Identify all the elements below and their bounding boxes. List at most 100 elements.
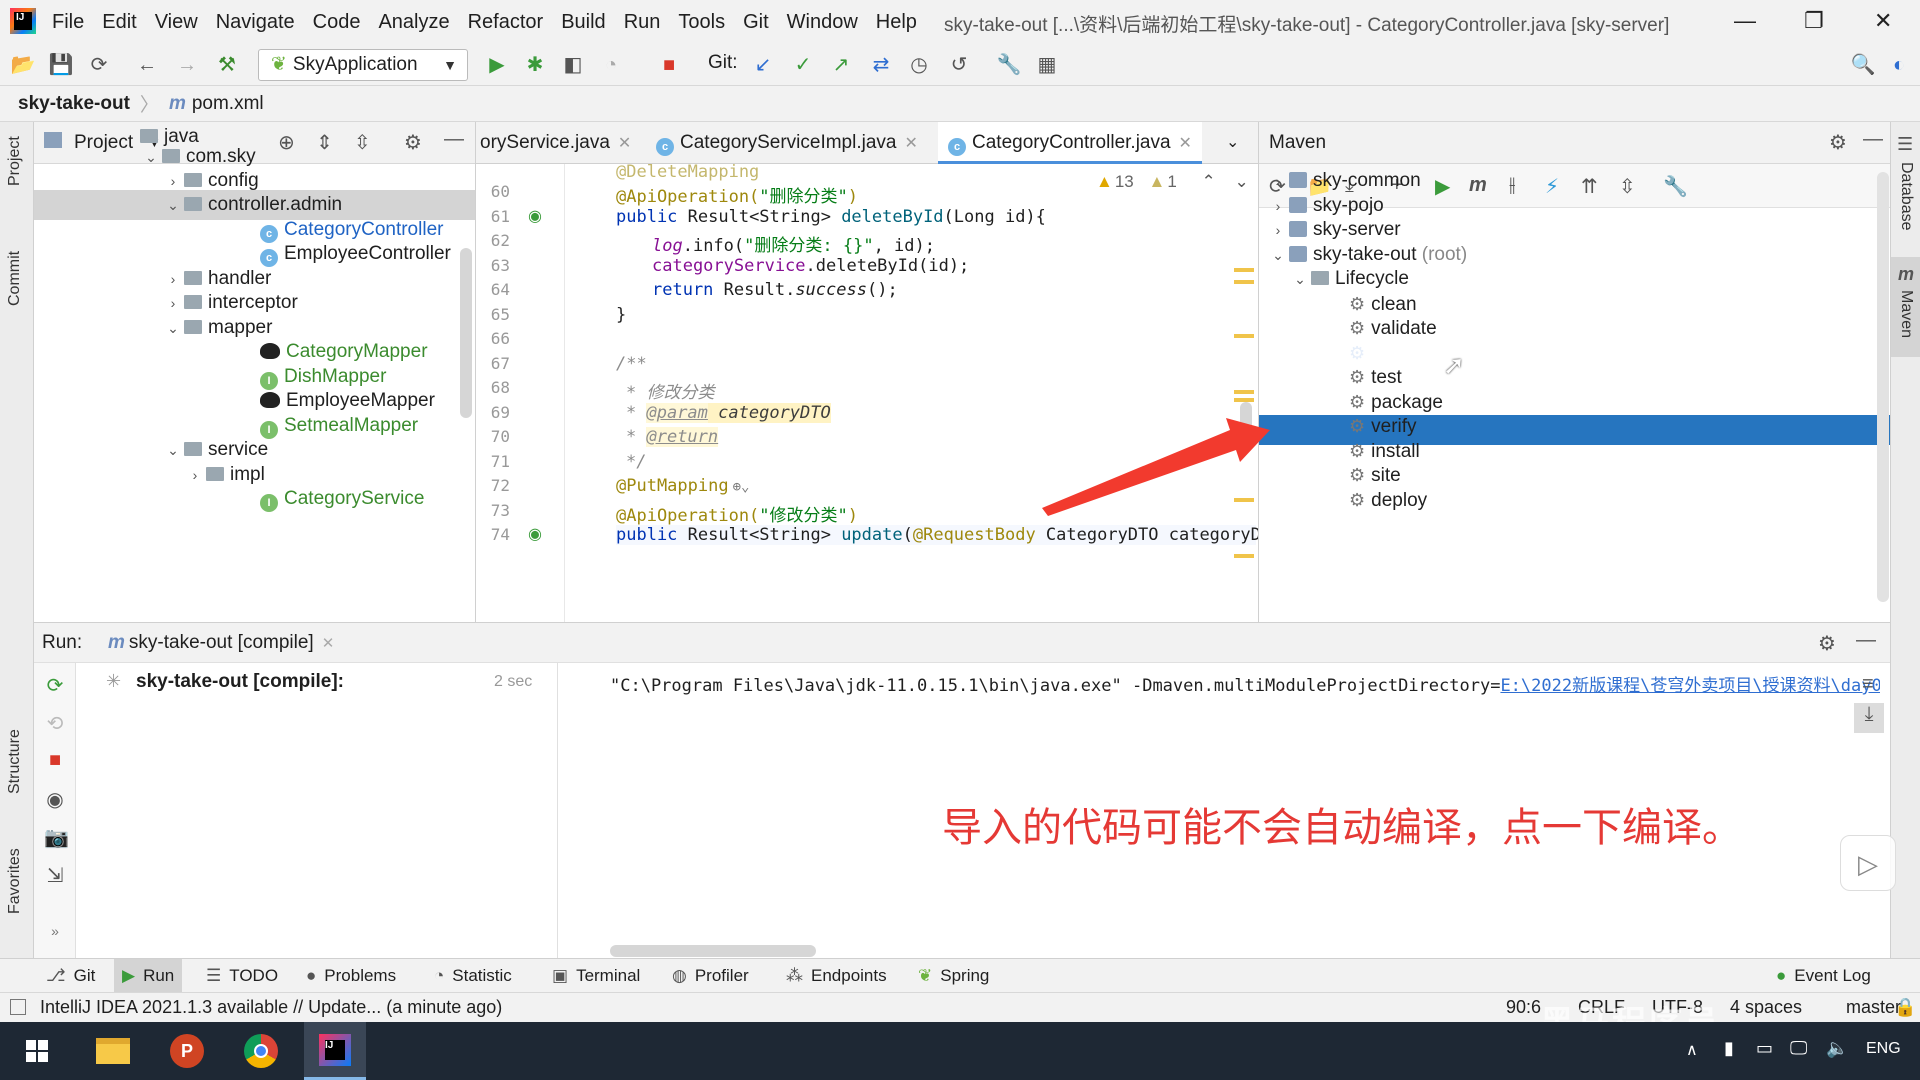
git-push-icon[interactable]: ↗ bbox=[828, 52, 854, 78]
tool-tab-endpoints[interactable]: ⁂ Endpoints bbox=[786, 959, 887, 993]
tree-item-mapper[interactable]: ⌄ mapper bbox=[162, 313, 272, 343]
menu-build[interactable]: Build bbox=[561, 11, 605, 34]
close-button[interactable]: ✕ bbox=[1874, 8, 1892, 34]
gear-icon[interactable]: ⚙ bbox=[404, 130, 422, 155]
spring-endpoint-gutter-icon[interactable]: ◉ bbox=[528, 206, 542, 226]
history-icon[interactable]: ◷ bbox=[906, 52, 932, 78]
menu-file[interactable]: File bbox=[52, 11, 84, 34]
stop-icon[interactable]: ■ bbox=[656, 52, 682, 78]
rerun-icon[interactable]: ⟳ bbox=[44, 673, 66, 698]
code-line[interactable]: } bbox=[616, 305, 626, 325]
maven-scrollbar[interactable] bbox=[1877, 172, 1889, 602]
tool-tab-spring[interactable]: ❦ Spring bbox=[918, 959, 989, 993]
maven-goal-deploy[interactable]: ⚙ deploy bbox=[1349, 485, 1427, 515]
code-line[interactable]: * @param categoryDTO bbox=[626, 403, 831, 423]
tree-item-impl[interactable]: › impl bbox=[184, 460, 265, 490]
collapse-all-icon[interactable]: ⇳ bbox=[1619, 174, 1636, 199]
hide-panel-icon[interactable]: — bbox=[444, 128, 464, 151]
lock-icon[interactable]: 🔒 bbox=[1894, 997, 1916, 1018]
git-commit-icon[interactable]: ✓ bbox=[790, 52, 816, 78]
close-tab-icon[interactable]: ✕ bbox=[904, 135, 917, 152]
open-folder-icon[interactable]: 📂 bbox=[10, 52, 36, 78]
exit-icon[interactable]: ⇲ bbox=[44, 863, 66, 888]
chevron-down-icon[interactable]: ⌄ bbox=[140, 142, 162, 172]
gear-icon[interactable]: ⚙ bbox=[1818, 631, 1836, 656]
run-icon[interactable]: ▶ bbox=[484, 52, 510, 78]
toggle-tool-windows-icon[interactable] bbox=[10, 999, 26, 1015]
run-console[interactable]: "C:\Program Files\Java\jdk-11.0.15.1\bin… bbox=[558, 663, 1896, 959]
menu-view[interactable]: View bbox=[155, 11, 198, 34]
minimize-button[interactable]: — bbox=[1734, 8, 1756, 34]
eye-icon[interactable]: ◉ bbox=[44, 787, 66, 812]
chevron-down-icon[interactable]: ⌄ bbox=[1226, 122, 1239, 164]
ide-update-icon[interactable]: ◐ bbox=[1886, 52, 1912, 78]
windows-start-icon[interactable] bbox=[4, 1022, 66, 1080]
stop-icon[interactable]: ■ bbox=[44, 749, 66, 772]
camera-icon[interactable]: 📷 bbox=[44, 825, 69, 850]
search-icon[interactable]: 🔍 bbox=[1850, 52, 1876, 78]
soft-wrap-icon[interactable]: ≡ bbox=[1862, 673, 1874, 696]
tool-tab-terminal[interactable]: ▣ Terminal bbox=[552, 959, 640, 993]
code-line[interactable]: */ bbox=[626, 452, 646, 472]
execute-goal-icon[interactable]: m bbox=[1469, 174, 1487, 197]
git-merge-icon[interactable]: ⇄ bbox=[868, 52, 894, 78]
endpoint-url-icon[interactable]: ⊕⌄ bbox=[733, 479, 750, 495]
tree-item-category-service[interactable]: I CategoryService bbox=[260, 484, 424, 514]
console-hscrollbar[interactable] bbox=[610, 945, 816, 957]
caret-position[interactable]: 90:6 bbox=[1506, 997, 1541, 1018]
tab-category-service[interactable]: oryService.java ✕ bbox=[480, 122, 631, 164]
tool-tab-profiler[interactable]: ◍ Profiler bbox=[672, 959, 749, 993]
menu-help[interactable]: Help bbox=[876, 11, 917, 34]
toggle-offline-icon[interactable]: ⫲ bbox=[1509, 174, 1515, 197]
git-branch[interactable]: master bbox=[1846, 997, 1901, 1018]
indent-setting[interactable]: 4 spaces bbox=[1730, 997, 1802, 1018]
console-link[interactable]: E:\2022新版课程\苍穹外卖项目\授课资料\day0 bbox=[1500, 676, 1880, 696]
intellij-taskbar-icon[interactable]: IJ bbox=[304, 1022, 366, 1080]
project-scrollbar[interactable] bbox=[460, 248, 472, 418]
structure-tool-button[interactable]: Structure bbox=[6, 729, 24, 794]
code-line[interactable]: /** bbox=[616, 354, 647, 374]
project-structure-icon[interactable]: ▦ bbox=[1034, 52, 1060, 78]
menu-refactor[interactable]: Refactor bbox=[468, 11, 544, 34]
close-tab-icon[interactable]: ✕ bbox=[618, 135, 631, 152]
coverage-icon[interactable]: ◧ bbox=[560, 52, 586, 78]
gear-icon[interactable]: ⚙ bbox=[1829, 130, 1847, 155]
save-icon[interactable]: 💾 bbox=[48, 52, 74, 78]
skip-tests-icon[interactable]: ⚡ bbox=[1545, 174, 1559, 199]
tree-item-employee-controller[interactable]: c EmployeeController bbox=[260, 239, 451, 269]
menu-run[interactable]: Run bbox=[624, 11, 661, 34]
file-explorer-icon[interactable] bbox=[82, 1022, 144, 1080]
project-tool-button[interactable]: Project bbox=[6, 136, 24, 186]
breadcrumb-file[interactable]: pom.xml bbox=[192, 93, 264, 115]
more-icon[interactable]: » bbox=[44, 923, 66, 939]
hide-panel-icon[interactable]: — bbox=[1856, 629, 1876, 652]
chevron-down-icon[interactable]: ⌄ bbox=[1289, 264, 1311, 294]
build-hammer-icon[interactable]: ⚒ bbox=[214, 52, 240, 78]
tray-battery-icon[interactable]: ▭ bbox=[1756, 1038, 1773, 1059]
code-line[interactable]: * @return bbox=[626, 427, 719, 447]
run-task-label[interactable]: sky-take-out [compile]: bbox=[136, 671, 344, 693]
scroll-to-end-icon[interactable]: ⤓ bbox=[1854, 703, 1884, 733]
debug-icon[interactable]: ✱ bbox=[522, 52, 548, 78]
back-icon[interactable]: ← bbox=[134, 52, 160, 78]
tool-tab-statistic[interactable]: ◔ Statistic bbox=[434, 959, 512, 993]
rollback-icon[interactable]: ↺ bbox=[946, 52, 972, 78]
run-tab[interactable]: m sky-take-out [compile] ✕ bbox=[108, 632, 334, 654]
sync-icon[interactable]: ⟳ bbox=[86, 52, 112, 78]
menu-code[interactable]: Code bbox=[313, 11, 361, 34]
expand-all-icon[interactable]: ⇕ bbox=[316, 130, 333, 155]
warning-stripe-marker[interactable] bbox=[1234, 334, 1254, 338]
rerun-failed-icon[interactable]: ⟲ bbox=[44, 711, 66, 736]
warning-stripe-marker[interactable] bbox=[1234, 268, 1254, 272]
tab-category-service-impl[interactable]: c CategoryServiceImpl.java ✕ bbox=[656, 122, 918, 164]
tree-item-setmeal-mapper[interactable]: I SetmealMapper bbox=[260, 411, 418, 441]
code-line[interactable]: @ApiOperation("修改分类") bbox=[616, 501, 858, 526]
tray-device-icon[interactable]: ▮ bbox=[1724, 1038, 1734, 1059]
menu-git[interactable]: Git bbox=[743, 11, 769, 34]
run-icon[interactable]: ▶ bbox=[1435, 174, 1450, 199]
tool-tab-problems[interactable]: ● Problems bbox=[306, 959, 396, 993]
settings-wrench-icon[interactable]: 🔧 bbox=[996, 52, 1022, 78]
hide-panel-icon[interactable]: — bbox=[1863, 128, 1883, 151]
project-panel-title[interactable]: Project bbox=[74, 132, 133, 154]
code-line-current[interactable]: public Result<String> update(@RequestBod… bbox=[616, 525, 1258, 545]
